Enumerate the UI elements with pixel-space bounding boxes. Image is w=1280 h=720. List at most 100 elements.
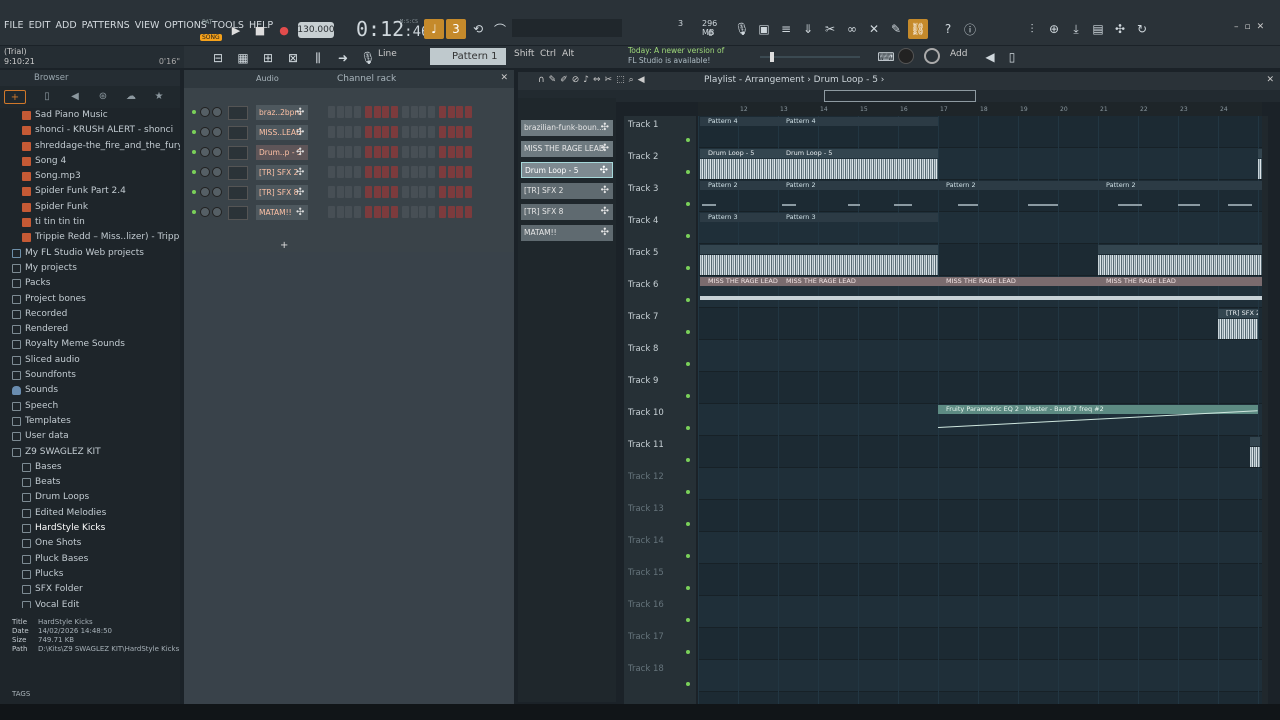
browser-item[interactable]: Sliced audio (0, 353, 180, 368)
playlist-clip[interactable]: Drum Loop - 5 (700, 149, 778, 181)
step-button[interactable] (447, 186, 455, 198)
playlist-clip[interactable] (1098, 245, 1262, 277)
step-button[interactable] (345, 166, 352, 178)
master-volume-handle[interactable] (770, 52, 774, 62)
track-enable-led[interactable] (686, 490, 690, 494)
playlist-clip[interactable]: Pattern 3 (700, 213, 778, 245)
track-header[interactable]: Track 2 (624, 148, 696, 180)
cloud-icon[interactable]: ☁ (124, 90, 138, 104)
browser-item[interactable]: Soundfonts (0, 368, 180, 383)
mixer-track-selector[interactable] (228, 126, 248, 140)
channel-filter[interactable]: Audio (256, 74, 279, 83)
step-button[interactable] (390, 206, 398, 218)
step-button[interactable] (410, 186, 418, 198)
step-button[interactable] (439, 206, 446, 218)
playlist-clip[interactable]: Pattern 2 (778, 181, 938, 213)
browser-item[interactable]: SFX Folder (0, 582, 180, 597)
browser-item[interactable]: Project bones (0, 292, 180, 307)
browser-item[interactable]: User data (0, 429, 180, 444)
browser-item[interactable]: Bases (0, 460, 180, 475)
channel-led[interactable] (192, 150, 196, 154)
volume-knob[interactable] (212, 187, 222, 197)
step-button[interactable] (353, 126, 361, 138)
pan-knob[interactable] (200, 127, 210, 137)
pan-knob[interactable] (200, 167, 210, 177)
step-button[interactable] (464, 146, 472, 158)
countdown-icon[interactable]: 3 (446, 19, 466, 39)
track-header[interactable]: Track 5 (624, 244, 696, 276)
track-enable-led[interactable] (686, 522, 690, 526)
browser-item[interactable]: Rendered (0, 322, 180, 337)
microphone-icon[interactable]: 🎙︎ (358, 48, 378, 68)
save-icon[interactable]: ▣ (754, 19, 774, 39)
track-enable-led[interactable] (686, 298, 690, 302)
news-panel[interactable]: Today: A newer version of FL Studio is a… (628, 46, 724, 66)
step-button[interactable] (345, 126, 352, 138)
ctrl-button[interactable]: Ctrl (540, 49, 556, 59)
menu-file[interactable]: FILE (2, 20, 26, 38)
step-button[interactable] (419, 106, 426, 118)
minimize-icon[interactable]: – (1234, 22, 1239, 32)
browser-item[interactable]: Drum Loops (0, 490, 180, 505)
step-button[interactable] (410, 166, 418, 178)
track-header[interactable]: Track 9 (624, 372, 696, 404)
step-button[interactable] (365, 206, 372, 218)
channel-led[interactable] (192, 130, 196, 134)
tempo-display[interactable]: 130.000 (297, 22, 335, 38)
menu-view[interactable]: VIEW (133, 20, 162, 38)
select-icon[interactable]: ⬚ (616, 75, 625, 85)
step-button[interactable] (336, 186, 344, 198)
browser-item[interactable]: Trippie Redd – Miss..lizer) - Trippie Re… (0, 230, 180, 245)
step-button[interactable] (427, 146, 435, 158)
volume-knob[interactable] (212, 107, 222, 117)
close-icon[interactable]: ✕ (1257, 22, 1265, 32)
overview-scroll-window[interactable] (824, 90, 976, 102)
menu-edit[interactable]: EDIT (27, 20, 53, 38)
track-header[interactable]: Track 6 (624, 276, 696, 308)
step-button[interactable] (439, 186, 446, 198)
stop-icon[interactable]: ■ (250, 20, 270, 40)
browser-item[interactable]: My FL Studio Web projects (0, 246, 180, 261)
picker-item[interactable]: brazilian-funk-boun... ✣ (521, 120, 613, 136)
browser-item[interactable]: shonci - KRUSH ALERT - shonci (0, 123, 180, 138)
step-button[interactable] (353, 106, 361, 118)
picker-item[interactable]: MISS THE RAGE LEAD ✣ (521, 141, 613, 157)
step-button[interactable] (382, 126, 389, 138)
step-button[interactable] (456, 186, 463, 198)
step-button[interactable] (427, 126, 435, 138)
track-header[interactable]: Track 10 (624, 404, 696, 436)
step-button[interactable] (328, 146, 335, 158)
all-files-icon[interactable]: + (4, 90, 26, 104)
master-volume-slider[interactable] (760, 52, 860, 62)
step-button[interactable] (464, 206, 472, 218)
step-button[interactable] (402, 126, 409, 138)
browser-item[interactable]: My projects (0, 261, 180, 276)
arrow-icon[interactable]: ➜ (333, 48, 353, 68)
channel-row[interactable]: [TR] SFX 2 ✣ (190, 164, 508, 181)
step-button[interactable] (439, 106, 446, 118)
step-button[interactable] (427, 106, 435, 118)
step-button[interactable] (336, 106, 344, 118)
step-button[interactable] (353, 166, 361, 178)
add-channel-button[interactable]: + (280, 240, 288, 251)
track-enable-led[interactable] (686, 586, 690, 590)
pan-knob[interactable] (200, 147, 210, 157)
browser-item[interactable]: Song.mp3 (0, 169, 180, 184)
step-button[interactable] (390, 146, 398, 158)
channel-row[interactable]: MATAM!! ✣ (190, 204, 508, 221)
mic-icon[interactable]: 🎙︎ (732, 19, 752, 39)
playlist-clip[interactable]: Pattern 2 (1098, 181, 1262, 213)
track-enable-led[interactable] (686, 458, 690, 462)
playlist-clip[interactable]: Pattern 4 (778, 117, 938, 149)
step-button[interactable] (447, 106, 455, 118)
document-icon[interactable]: ▤ (1088, 19, 1108, 39)
step-button[interactable] (419, 126, 426, 138)
step-button[interactable] (402, 146, 409, 158)
step-button[interactable] (365, 186, 372, 198)
browser-item[interactable]: Sad Piano Music (0, 108, 180, 123)
zoom-icon[interactable]: ⌕ (629, 75, 634, 85)
channel-move-icon[interactable]: ✣ (296, 107, 304, 118)
timeline-ruler[interactable]: 12 13 14 15 16 17 18 19 20 21 22 23 24 (698, 102, 1262, 116)
volume-knob[interactable] (212, 167, 222, 177)
step-button[interactable] (353, 146, 361, 158)
